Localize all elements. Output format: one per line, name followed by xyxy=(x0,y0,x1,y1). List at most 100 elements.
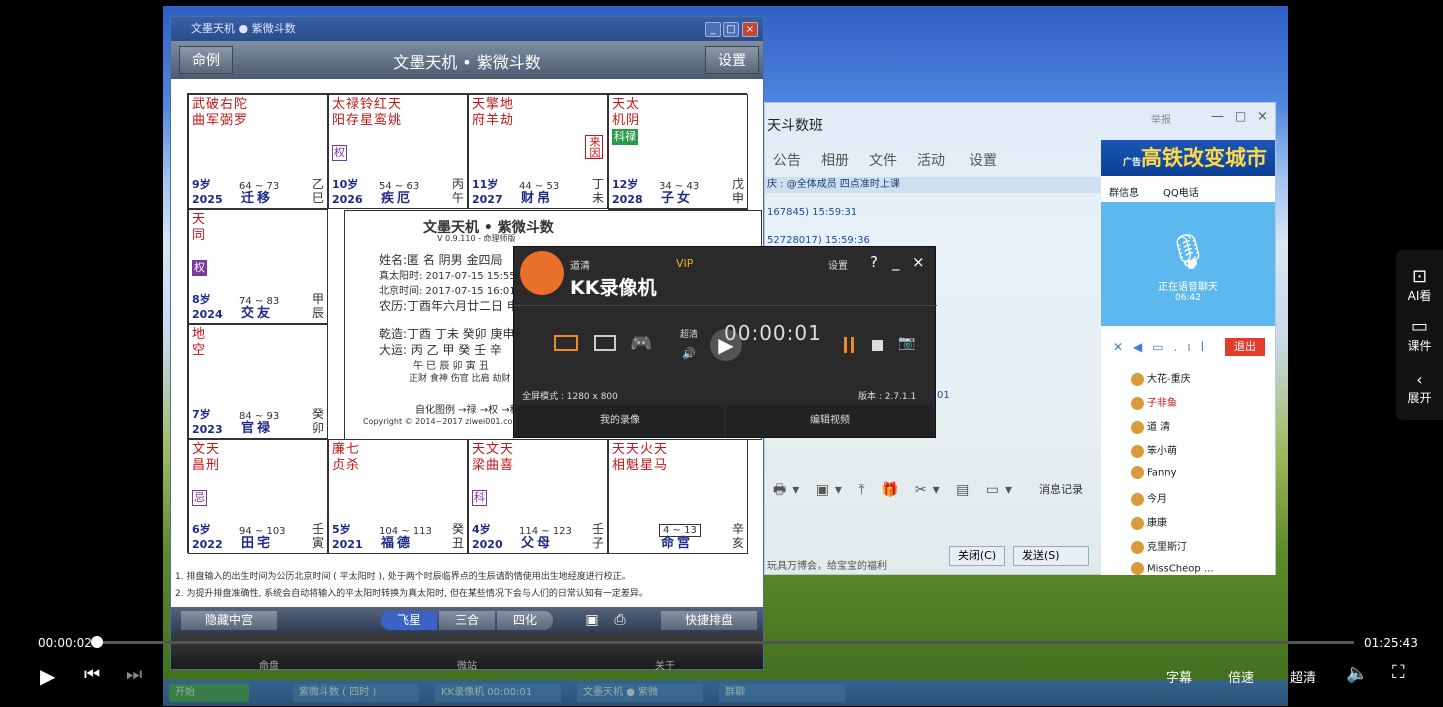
next-icon[interactable]: ⏭ xyxy=(126,664,142,685)
maximize-button[interactable]: □ xyxy=(723,22,739,37)
taskbar-item[interactable]: 群聊 xyxy=(719,684,845,702)
member-item[interactable]: 康康 xyxy=(1131,514,1167,530)
start-button[interactable]: 开始 xyxy=(169,684,249,702)
my-recordings-button[interactable]: 我的录像 xyxy=(516,405,724,437)
taskbar-item[interactable]: 紫微斗数 ( 四时 ) xyxy=(293,684,419,702)
palace-gz2: 未 xyxy=(591,191,604,205)
sihua-tag: 忌 xyxy=(192,490,207,506)
palace-cell[interactable]: 文天 昌刑忌 6岁 2022 94 ~ 103 田宅壬寅 xyxy=(188,439,328,554)
taskbar-item[interactable]: 文墨天机 ● 紫微 xyxy=(577,684,703,702)
member-item[interactable]: MissCheop ... xyxy=(1131,562,1213,575)
taskbar-item[interactable]: KK录像机 00:00:01 xyxy=(435,684,561,702)
close-chat-button[interactable]: 关闭(C) xyxy=(949,546,1005,566)
print-icon[interactable]: ⎙ xyxy=(611,611,629,630)
member-item[interactable]: Fanny xyxy=(1131,466,1177,479)
palace-cell[interactable]: 天 同权 8岁 2024 74 ~ 83 交友甲辰 xyxy=(188,209,328,324)
tab-activity[interactable]: 活动 xyxy=(917,150,945,170)
speed-button[interactable]: 倍速 xyxy=(1228,667,1254,686)
pause-icon[interactable] xyxy=(844,337,854,353)
kk-settings[interactable]: 设置 xyxy=(828,257,848,272)
palace-cell[interactable]: 天天火天 相魁星马 4 ~ 13 命宫辛亥 xyxy=(608,439,748,554)
volume-icon[interactable]: 🔈 xyxy=(1346,663,1368,684)
member-item[interactable]: 道 清 xyxy=(1131,418,1170,434)
member-item[interactable]: 大花-重庆 xyxy=(1131,370,1191,386)
side-panel: ⊡ AI看 ▭ 课件 ‹ 展开 xyxy=(1396,250,1443,420)
volume-icon[interactable]: 🔊 xyxy=(682,347,696,360)
progress-track[interactable] xyxy=(96,641,1354,644)
courseware-button[interactable]: ▭ 课件 xyxy=(1396,316,1443,354)
minimize-icon[interactable]: _ xyxy=(892,253,900,271)
play-icon[interactable]: ▶ xyxy=(40,664,55,688)
fullscreen-icon[interactable]: ⛶ xyxy=(1392,662,1405,683)
sihua-tag: 权 xyxy=(332,145,347,161)
kk-vip[interactable]: VIP xyxy=(676,257,693,270)
window-mode-icon[interactable] xyxy=(594,335,616,351)
member-item[interactable]: 笨小萌 xyxy=(1131,442,1177,458)
tab-sanhe[interactable]: 三合 xyxy=(439,611,495,630)
palace-cell[interactable]: 廉七 贞杀 5岁 2021 104 ~ 113 福德癸丑 xyxy=(328,439,468,554)
voice-controls[interactable]: ✕◀▭.ıl xyxy=(1113,340,1214,354)
palace-stars: 廉七 贞杀 xyxy=(332,442,361,473)
kk-quality[interactable]: 超清 xyxy=(680,327,698,340)
stop-icon[interactable] xyxy=(872,340,883,351)
member-item[interactable]: 今月 xyxy=(1131,490,1167,506)
quality-button[interactable]: 超清 xyxy=(1290,667,1316,686)
palace-cell[interactable]: 天文天 梁曲喜科 4岁 2020 114 ~ 123 父母壬子 xyxy=(468,439,608,554)
nav-about[interactable]: 关于 xyxy=(567,633,763,672)
nav-chart[interactable]: 命盘 xyxy=(171,633,367,672)
camera-icon[interactable]: 📷 xyxy=(898,335,915,351)
palace-stars: 天天火天 相魁星马 xyxy=(612,442,669,473)
tab-files[interactable]: 文件 xyxy=(869,150,897,170)
close-icon[interactable]: × xyxy=(912,253,925,271)
input-toolbar[interactable]: 🖶▾ ▣▾ ⤒ 🎁 ✂▾ ▤ ▭▾ xyxy=(773,479,1018,503)
send-button[interactable]: 发送(S) xyxy=(1013,546,1089,566)
member-item[interactable]: 子非鱼 xyxy=(1131,394,1177,410)
game-mode-icon[interactable]: 🎮 xyxy=(630,333,652,354)
expand-button[interactable]: ‹ 展开 xyxy=(1396,370,1443,406)
tab-album[interactable]: 相册 xyxy=(821,150,849,170)
note-2: 2. 为提升排盘准确性, 系统会自动将输入的平太阳时转换为真太阳时, 但在某些情… xyxy=(175,589,648,599)
tab-settings[interactable]: 设置 xyxy=(969,150,997,170)
minimize-icon[interactable]: — xyxy=(1211,109,1224,124)
quick-chart-button[interactable]: 快捷排盘 xyxy=(661,611,757,630)
edit-video-button[interactable]: 编辑视频 xyxy=(726,405,934,437)
exit-voice-button[interactable]: 退出 xyxy=(1225,338,1265,356)
hide-center-button[interactable]: 隐藏中宫 xyxy=(181,611,277,630)
tab-qq-call[interactable]: QQ电话 xyxy=(1163,184,1199,199)
palace-cell[interactable]: 天擎地 府羊劫 来因 11岁 2027 44 ~ 53 财帛丁未 xyxy=(468,94,608,209)
palace-age: 12岁 xyxy=(612,178,639,191)
close-button[interactable]: × xyxy=(742,22,758,37)
fullscreen-mode-icon[interactable] xyxy=(554,335,578,351)
report-link[interactable]: 举报 xyxy=(1151,111,1171,126)
palace-cell[interactable]: 天太 机阴 科禄 12岁 2028 34 ~ 43 子女戊申 xyxy=(608,94,748,209)
avatar xyxy=(1131,444,1144,458)
tab-group-info[interactable]: 群信息 xyxy=(1109,184,1139,199)
member-item[interactable]: 克里斯汀 xyxy=(1131,538,1187,554)
palace-cell[interactable]: 武破右陀 曲军弼罗 9岁 2025 64 ~ 73 迁移乙巳 xyxy=(188,94,328,209)
nav-site[interactable]: 微站 xyxy=(369,633,565,672)
kk-user[interactable]: 道清 xyxy=(570,257,590,272)
palace-gz2: 丑 xyxy=(451,536,464,550)
palace-year: 2028 xyxy=(612,193,643,206)
tab-sihua[interactable]: 四化 xyxy=(497,611,553,630)
close-icon[interactable]: × xyxy=(1257,109,1268,124)
history-link[interactable]: 消息记录 xyxy=(1039,481,1083,497)
footer-ad[interactable]: 玩具万博会，给宝宝的福利 xyxy=(767,557,887,572)
center-beijing: 北京时间: 2017-07-15 16:01 xyxy=(379,286,516,297)
subtitle-button[interactable]: 字幕 xyxy=(1166,667,1192,686)
palace-cell[interactable]: 太禄铃红天 阳存星鸾姚权 10岁 2026 54 ~ 63 疾厄丙午 xyxy=(328,94,468,209)
ai-view-button[interactable]: ⊡ AI看 xyxy=(1396,266,1443,304)
previous-icon[interactable]: ⏮ xyxy=(84,664,100,685)
ad-banner[interactable]: 广告高铁改变城市 xyxy=(1101,140,1275,176)
palace-cell[interactable]: 地 空 7岁 2023 84 ~ 93 官禄癸卯 xyxy=(188,324,328,439)
tab-announcement[interactable]: 公告 xyxy=(773,150,801,170)
settings-button[interactable]: 设置 xyxy=(705,46,759,74)
maximize-icon[interactable]: □ xyxy=(1235,109,1246,123)
center-qianzao: 乾造:丁酉 丁未 癸卯 庚申 xyxy=(379,327,515,341)
tab-feixing[interactable]: 飞星 xyxy=(381,611,437,630)
save-icon[interactable]: ▣ xyxy=(583,611,601,630)
minimize-button[interactable]: _ xyxy=(705,22,721,37)
progress-handle[interactable] xyxy=(90,636,103,648)
avatar xyxy=(1131,540,1144,554)
help-icon[interactable]: ? xyxy=(870,253,878,271)
